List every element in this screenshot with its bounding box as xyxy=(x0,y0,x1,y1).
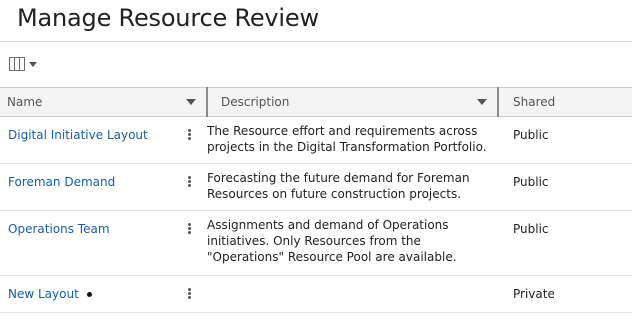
title-divider xyxy=(0,41,632,42)
layouts-table: Name Description Shared Digital Initiati… xyxy=(0,87,632,313)
chevron-down-icon[interactable] xyxy=(186,99,196,105)
description-cell: The Resource effort and requirements acr… xyxy=(207,116,498,164)
layout-name-link[interactable]: New Layout xyxy=(8,287,79,301)
description-line: Resources on future construction project… xyxy=(207,187,462,201)
description-cell xyxy=(207,275,498,313)
name-cell: New Layout xyxy=(0,275,207,313)
column-header-shared[interactable]: Shared xyxy=(498,87,632,117)
page-title: Manage Resource Review xyxy=(17,4,319,32)
name-cell: Digital Initiative Layout xyxy=(0,116,207,164)
description-line: The Resource effort and requirements acr… xyxy=(207,124,478,138)
chevron-down-icon[interactable] xyxy=(477,99,487,105)
description-line: Assignments and demand of Operations xyxy=(207,218,449,232)
column-picker-button[interactable] xyxy=(9,55,43,73)
table-header-row: Name Description Shared xyxy=(0,87,632,117)
description-line: projects in the Digital Transformation P… xyxy=(207,140,487,154)
columns-icon xyxy=(9,57,25,71)
more-options-icon[interactable] xyxy=(188,176,191,187)
shared-status: Private xyxy=(498,275,632,313)
description-line: "Operations" Resource Pool are available… xyxy=(207,250,457,264)
name-cell: Foreman Demand xyxy=(0,163,207,211)
chevron-down-icon xyxy=(29,61,37,67)
shared-status: Public xyxy=(498,210,632,276)
column-header-label: Shared xyxy=(513,95,556,109)
column-header-description[interactable]: Description xyxy=(207,87,499,117)
more-options-icon[interactable] xyxy=(188,129,191,140)
column-header-label: Name xyxy=(7,95,43,109)
column-header-name[interactable]: Name xyxy=(0,87,208,117)
more-options-icon[interactable] xyxy=(188,223,191,234)
description-cell: Assignments and demand of Operations init… xyxy=(207,210,498,276)
layout-name-link[interactable]: Operations Team xyxy=(8,222,110,236)
table-row[interactable]: New Layout Private xyxy=(0,275,632,313)
description-line: Forecasting the future demand for Forema… xyxy=(207,171,470,185)
description-line: initiatives. Only Resources from the xyxy=(207,234,421,248)
more-options-icon[interactable] xyxy=(188,288,191,299)
table-row[interactable]: Digital Initiative Layout The Resource ef… xyxy=(0,116,632,164)
shared-status: Public xyxy=(498,163,632,211)
table-row[interactable]: Operations Team Assignments and demand of… xyxy=(0,210,632,276)
table-row[interactable]: Foreman Demand Forecasting the future dem… xyxy=(0,163,632,211)
layout-name-link[interactable]: Digital Initiative Layout xyxy=(8,128,148,142)
layout-name-link[interactable]: Foreman Demand xyxy=(8,175,115,189)
description-cell: Forecasting the future demand for Forema… xyxy=(207,163,498,211)
column-header-label: Description xyxy=(221,95,290,109)
name-cell: Operations Team xyxy=(0,210,207,276)
shared-status: Public xyxy=(498,116,632,164)
unsaved-dot-icon xyxy=(86,292,92,297)
